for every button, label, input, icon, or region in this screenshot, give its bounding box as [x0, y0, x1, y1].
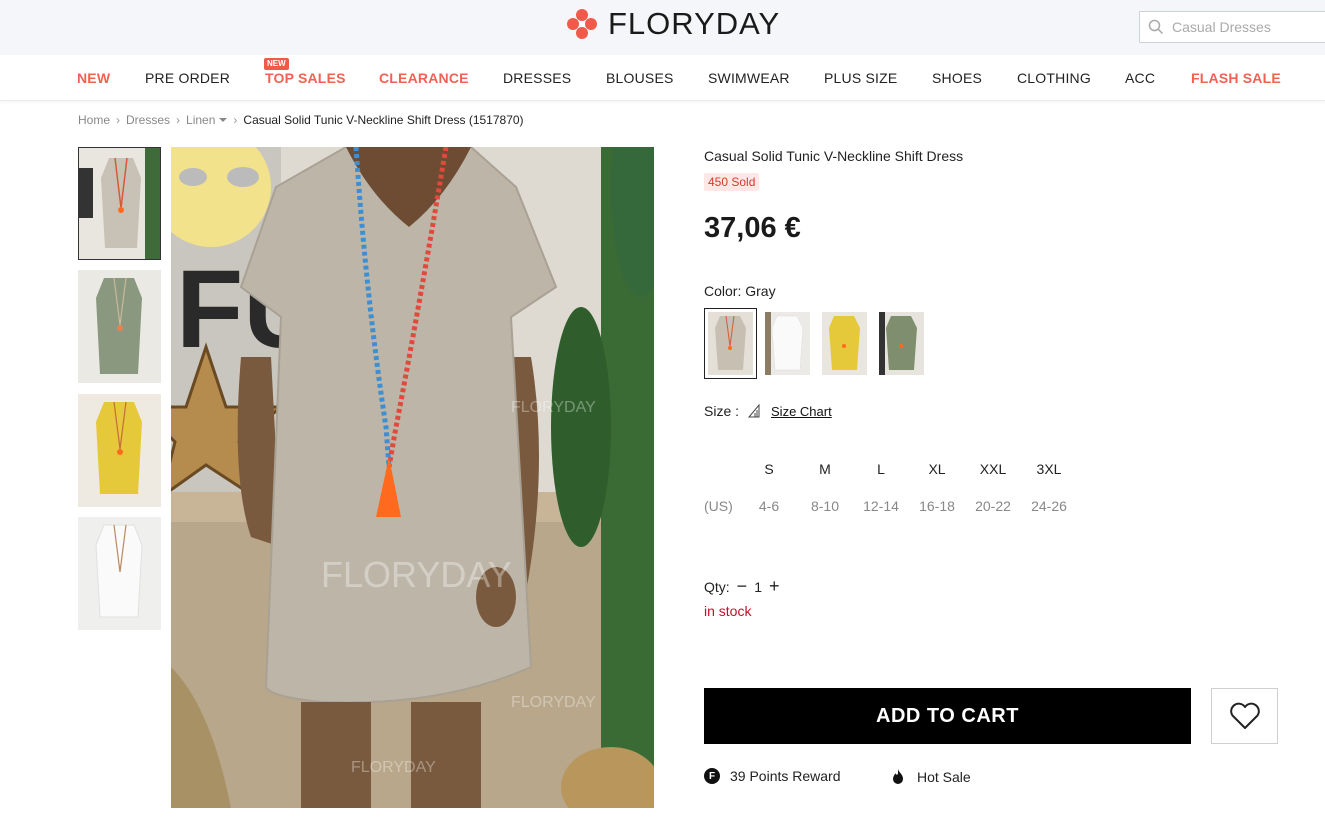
nav-top-sales[interactable]: TOP SALES: [265, 70, 346, 86]
product-title: Casual Solid Tunic V-Neckline Shift Dres…: [704, 148, 964, 164]
size-row-label: Size : Size Chart: [704, 403, 832, 419]
svg-text:FLORYDAY: FLORYDAY: [321, 554, 512, 595]
us-label: (US): [704, 497, 733, 514]
ruler-icon: [747, 404, 760, 418]
chevron-right-icon: ›: [176, 113, 181, 127]
svg-text:FLORYDAY: FLORYDAY: [511, 694, 596, 711]
search-icon: [1148, 19, 1164, 35]
caret-down-icon[interactable]: [219, 118, 228, 122]
points-reward-text: 39 Points Reward: [730, 768, 841, 784]
main-product-image[interactable]: FU FLORYDAY FLORYDAY FLORYDAY FLORYDAY: [171, 147, 654, 808]
stock-status: in stock: [704, 603, 752, 619]
points-reward: F 39 Points Reward: [704, 768, 841, 784]
size-table: S M L XL XXL 3XL (US) 4-6 8-10 12-14 16-…: [704, 450, 1077, 524]
size-row: S M L XL XXL 3XL: [704, 450, 1077, 487]
color-label: Color: Gray: [704, 283, 776, 299]
swatch-white-image: [765, 312, 810, 375]
hot-sale: Hot Sale: [889, 768, 971, 786]
nav-acc[interactable]: ACC: [1125, 70, 1155, 86]
swatch-yellow-image: [822, 312, 867, 375]
color-swatch-green[interactable]: [879, 312, 924, 375]
dress-green-thumb-image: [78, 270, 161, 383]
size-option-m[interactable]: M: [797, 461, 853, 477]
us-size-value: 24-26: [1031, 497, 1067, 514]
heart-icon: [1229, 702, 1260, 729]
dress-gray-thumb-image: [79, 148, 160, 259]
chevron-right-icon: ›: [116, 113, 121, 127]
dress-white-thumb-image: [78, 517, 161, 630]
size-option-l[interactable]: L: [853, 461, 909, 477]
nav-pre-order[interactable]: PRE ORDER: [145, 70, 230, 86]
main-nav: NEW PRE ORDER NEW TOP SALES CLEARANCE DR…: [0, 55, 1325, 101]
fire-icon: [893, 769, 903, 784]
points-icon: F: [704, 768, 720, 784]
qty-value[interactable]: 1: [754, 579, 762, 595]
thumbnail-yellow[interactable]: [78, 394, 161, 507]
svg-text:FLORYDAY: FLORYDAY: [511, 399, 596, 416]
qty-plus-button[interactable]: +: [769, 576, 780, 597]
thumbnail-white[interactable]: [78, 517, 161, 630]
us-size-value: 16-18: [919, 497, 955, 514]
nav-dresses[interactable]: DRESSES: [503, 70, 571, 86]
search-box[interactable]: [1139, 11, 1325, 43]
breadcrumb-home[interactable]: Home: [78, 113, 110, 127]
gray-dress-photo: FU FLORYDAY FLORYDAY FLORYDAY FLORYDAY: [171, 147, 654, 808]
hot-sale-text: Hot Sale: [917, 769, 971, 785]
us-size-value: 4-6: [758, 497, 780, 514]
nav-shoes[interactable]: SHOES: [932, 70, 982, 86]
color-swatch-white[interactable]: [765, 312, 810, 375]
size-option-s[interactable]: S: [741, 461, 797, 477]
qty-label: Qty:: [704, 578, 730, 595]
quantity-stepper: Qty: − 1 +: [704, 576, 787, 597]
search-input[interactable]: [1172, 19, 1322, 35]
chevron-right-icon: ›: [233, 113, 238, 127]
size-label: Size :: [704, 403, 740, 419]
svg-text:FLORYDAY: FLORYDAY: [351, 759, 436, 776]
nav-clothing[interactable]: CLOTHING: [1017, 70, 1091, 86]
nav-flash-sale[interactable]: FLASH SALE: [1191, 70, 1281, 86]
product-price: 37,06 €: [704, 212, 801, 244]
top-header: FLORYDAY: [0, 0, 1325, 55]
flower-logo-icon: [567, 9, 597, 39]
size-option-3xl[interactable]: 3XL: [1021, 461, 1077, 477]
floryday-logo[interactable]: FLORYDAY: [566, 6, 780, 42]
color-swatch-gray[interactable]: [704, 308, 757, 379]
breadcrumb-dresses[interactable]: Dresses: [126, 113, 170, 127]
size-chart-link[interactable]: Size Chart: [771, 404, 832, 419]
add-to-cart-button[interactable]: ADD TO CART: [704, 688, 1191, 744]
breadcrumb-linen[interactable]: Linen: [186, 113, 215, 127]
us-size-value: 12-14: [863, 497, 899, 514]
nav-new[interactable]: NEW: [77, 70, 110, 86]
nav-clearance[interactable]: CLEARANCE: [379, 70, 469, 86]
dress-yellow-thumb-image: [78, 394, 161, 507]
nav-blouses[interactable]: BLOUSES: [606, 70, 674, 86]
breadcrumb: Home › Dresses › Linen › Casual Solid Tu…: [78, 113, 524, 127]
nav-swimwear[interactable]: SWIMWEAR: [708, 70, 790, 86]
us-size-row: (US) 4-6 8-10 12-14 16-18 20-22 24-26: [704, 487, 1077, 524]
new-badge: NEW: [264, 58, 289, 70]
us-size-value: 8-10: [810, 497, 840, 514]
sold-badge: 450 Sold: [704, 173, 760, 191]
logo-text: FLORYDAY: [608, 6, 781, 41]
wishlist-button[interactable]: [1211, 688, 1278, 744]
color-swatch-yellow[interactable]: [822, 312, 867, 375]
size-option-xl[interactable]: XL: [909, 461, 965, 477]
thumbnail-gray[interactable]: [78, 147, 161, 260]
thumbnail-green[interactable]: [78, 270, 161, 383]
us-size-value: 20-22: [975, 497, 1011, 514]
swatch-green-image: [879, 312, 924, 375]
swatch-gray-image: [708, 312, 753, 375]
nav-plus-size[interactable]: PLUS SIZE: [824, 70, 897, 86]
qty-minus-button[interactable]: −: [737, 576, 748, 597]
size-option-xxl[interactable]: XXL: [965, 461, 1021, 477]
breadcrumb-current: Casual Solid Tunic V-Neckline Shift Dres…: [243, 113, 524, 127]
